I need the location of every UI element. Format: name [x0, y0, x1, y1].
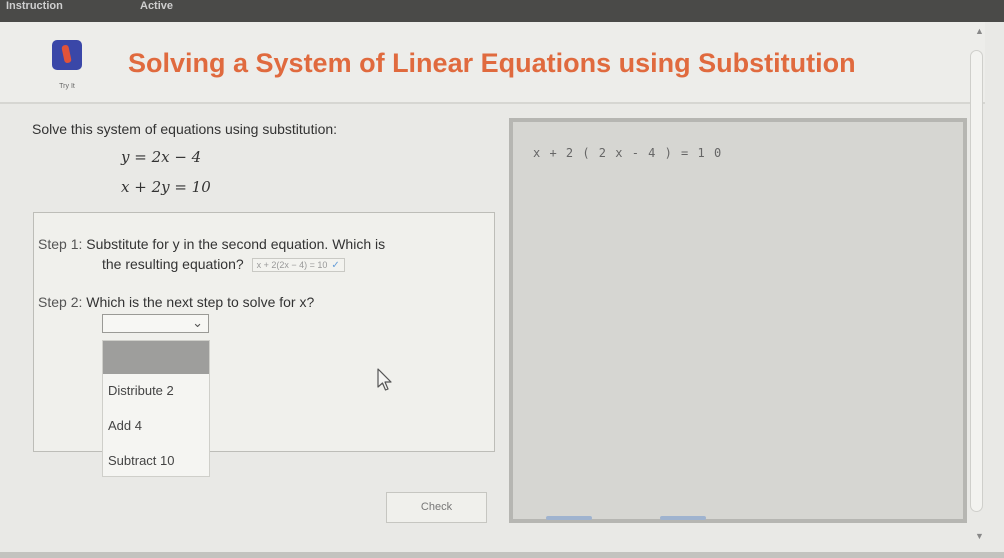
step2-label: Step 2:	[38, 294, 83, 310]
scroll-down-icon[interactable]: ▼	[975, 531, 984, 541]
step1-text-line1: Substitute for y in the second equation.…	[86, 236, 386, 252]
step2-options-menu: Distribute 2 Add 4 Subtract 10	[102, 340, 210, 477]
workpad-tab-2[interactable]	[660, 516, 706, 520]
chevron-down-icon: ✓	[331, 260, 340, 272]
mouse-pointer-icon	[377, 368, 392, 391]
menu-item-add-4[interactable]: Add 4	[103, 418, 209, 433]
step1-selected-answer: x + 2(2x − 4) = 10	[256, 260, 328, 271]
equation-1: y = 2x − 4	[121, 148, 202, 166]
equation-2: x + 2y = 10	[121, 178, 211, 196]
tab-instruction[interactable]: Instruction	[6, 0, 63, 12]
try-it-logo-icon	[52, 40, 82, 70]
step2-text: Which is the next step to solve for x?	[86, 294, 315, 310]
logo-caption: Try It	[59, 83, 75, 90]
problem-prompt: Solve this system of equations using sub…	[32, 121, 338, 137]
step1-label: Step 1:	[38, 236, 83, 252]
page-title: Solving a System of Linear Equations usi…	[128, 48, 856, 78]
menu-item-subtract-10[interactable]: Subtract 10	[103, 453, 209, 468]
work-area[interactable]	[509, 118, 967, 523]
step1-question-line2: the resulting equation? x + 2(2x − 4) = …	[102, 256, 345, 273]
top-bar: Instruction Active	[0, 0, 1004, 22]
check-button[interactable]: Check	[386, 492, 487, 523]
step2-answer-dropdown[interactable]: ⌄	[102, 314, 209, 333]
bottom-bar	[0, 552, 1004, 558]
scrollbar-thumb[interactable]	[970, 50, 983, 512]
menu-item-blank[interactable]	[103, 341, 209, 374]
step1-question: Step 1: Substitute for y in the second e…	[38, 236, 385, 252]
menu-item-distribute-2[interactable]: Distribute 2	[103, 383, 209, 398]
step1-answer-select[interactable]: x + 2(2x − 4) = 10 ✓	[251, 258, 345, 273]
tab-active[interactable]: Active	[140, 0, 173, 12]
scroll-up-icon[interactable]: ▲	[975, 26, 984, 36]
step1-text-line2: the resulting equation?	[102, 256, 244, 272]
workpad-tab-1[interactable]	[546, 516, 592, 520]
step2-question: Step 2: Which is the next step to solve …	[38, 294, 314, 310]
workpad-equation: x + 2 ( 2 x - 4 ) = 1 0	[533, 146, 723, 160]
chevron-down-icon: ⌄	[192, 315, 203, 330]
